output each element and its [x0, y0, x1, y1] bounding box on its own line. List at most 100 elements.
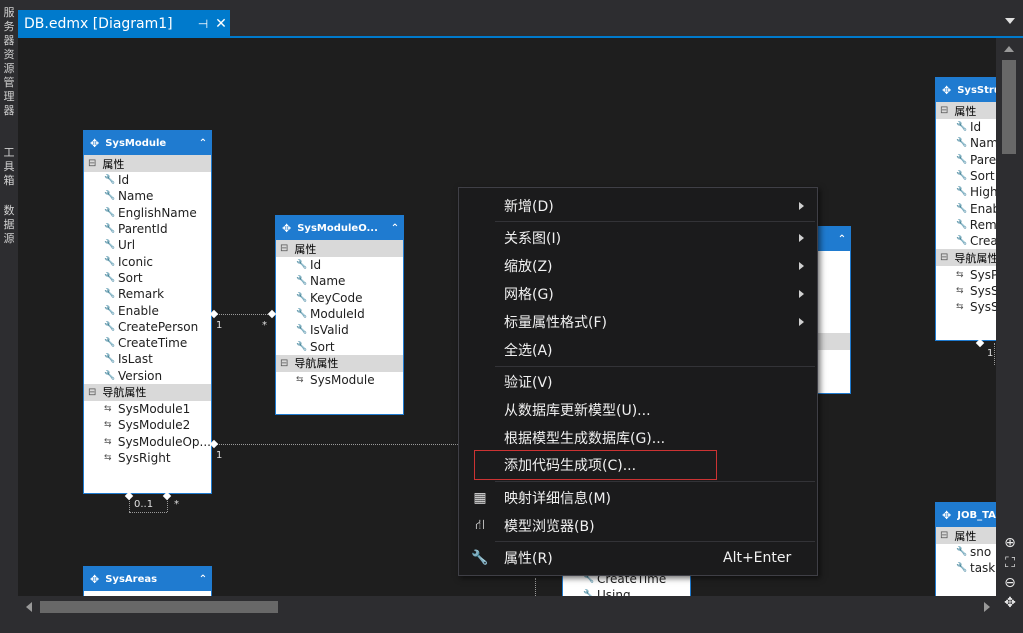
association-line[interactable]: [214, 314, 272, 315]
entity-property-row[interactable]: 🔧 High: [936, 184, 996, 200]
menu-item-add[interactable]: 新增(D): [459, 192, 817, 220]
entity-property-row[interactable]: 🔧 Iconic: [84, 253, 211, 269]
scroll-right-icon[interactable]: [984, 602, 990, 612]
section-label: 属性: [954, 529, 977, 543]
entity-property-row[interactable]: 🔧 Nam: [936, 135, 996, 151]
nav-section-header[interactable]: ⊟ 导航属性: [276, 354, 403, 372]
entity-property-row[interactable]: 🔧Enab: [936, 200, 996, 216]
menu-item-add-code-generation-item[interactable]: 添加代码生成项(C)...: [474, 450, 717, 480]
data-sources-tab[interactable]: 数据源: [0, 204, 18, 246]
entity-property-row[interactable]: 🔧 Version: [84, 368, 211, 384]
zoom-in-icon[interactable]: ⊕: [1000, 534, 1020, 552]
entity-property-row[interactable]: ⇆ SysModule2: [84, 417, 211, 433]
entity-property-row[interactable]: 🔧 Id: [936, 119, 996, 135]
scroll-left-icon[interactable]: [26, 602, 32, 612]
entity-property-row[interactable]: 🔧 Id: [276, 257, 403, 273]
entity-header[interactable]: ✥ SysModule ⌃: [84, 131, 211, 155]
entity-header[interactable]: ✥ SysModuleO... ⌃: [276, 216, 403, 240]
entity-header[interactable]: ✥ JOB_TA: [936, 503, 996, 527]
vertical-scrollbar[interactable]: [996, 38, 1023, 596]
navigation-property-icon: ⇆: [296, 374, 304, 385]
nav-section-header[interactable]: ⊟ 导航属性: [84, 383, 211, 401]
entity-property-row[interactable]: 🔧 Name: [84, 188, 211, 204]
close-icon[interactable]: ✕: [212, 16, 230, 32]
pin-icon[interactable]: ⊣: [194, 17, 212, 31]
properties-section-header[interactable]: ⊟ 属性: [936, 527, 996, 544]
menu-item-properties[interactable]: 🔧 属性(R) Alt+Enter: [459, 544, 817, 572]
entity-sysareas[interactable]: ✥ SysAreas ⌃: [83, 566, 212, 596]
menu-item-scalar-property-format[interactable]: 标量属性格式(F): [459, 308, 817, 336]
entity-property-row[interactable]: 🔧 EnglishName: [84, 205, 211, 221]
collapse-icon[interactable]: ⌃: [195, 138, 211, 149]
entity-property-row[interactable]: 🔧 KeyCode: [276, 290, 403, 306]
entity-job-task[interactable]: ✥ JOB_TA ⊟ 属性 🔧 sno 🔧 task: [935, 502, 996, 596]
menu-item-update-model-from-database[interactable]: 从数据库更新模型(U)...: [459, 396, 817, 424]
menu-item-grid[interactable]: 网格(G): [459, 280, 817, 308]
multiplicity-label: 0..1: [134, 499, 154, 510]
entity-property-row[interactable]: 🔧 IsValid: [276, 322, 403, 338]
submenu-arrow-icon: [799, 290, 804, 298]
document-tab[interactable]: DB.edmx [Diagram1] ⊣ ✕: [18, 10, 230, 38]
entity-sysstruct[interactable]: ✥ SysStru ⊟属性 🔧Id🔧Nam🔧Pare🔧Sort🔧High🔧Ena…: [935, 77, 996, 341]
properties-section-header[interactable]: ⊟ 属性: [276, 240, 403, 257]
horizontal-scrollbar[interactable]: [18, 596, 996, 618]
entity-property-row[interactable]: 🔧 Crea: [936, 233, 996, 249]
entity-property-row[interactable]: 🔧 Enable: [84, 302, 211, 318]
entity-header[interactable]: ✥ SysStru: [936, 78, 996, 102]
vertical-scroll-thumb[interactable]: [1002, 60, 1016, 154]
entity-property-row[interactable]: 🔧 Sort: [84, 270, 211, 286]
entity-property-row[interactable]: 🔧 ModuleId: [276, 306, 403, 322]
entity-property-row[interactable]: ⇆ SysRight: [84, 450, 211, 466]
menu-item-validate[interactable]: 验证(V): [459, 368, 817, 396]
association-line[interactable]: [994, 343, 995, 365]
tab-dropdown-icon[interactable]: [1005, 18, 1015, 24]
menu-item-mapping-details[interactable]: ▦ 映射详细信息(M): [459, 484, 817, 512]
entity-sysmodule[interactable]: ✥ SysModule ⌃ ⊟ 属性 🔧 Id 🔧 Name 🔧 EnglishName 🔧 P…: [83, 130, 212, 494]
horizontal-scroll-thumb[interactable]: [40, 601, 278, 613]
entity-header[interactable]: ✥ SysAreas ⌃: [84, 567, 211, 591]
menu-item-generate-database-from-model[interactable]: 根据模型生成数据库(G)...: [459, 424, 817, 452]
pan-icon[interactable]: ✥: [1000, 594, 1020, 612]
entity-property-row[interactable]: ⇆ SysModule1: [84, 401, 211, 417]
association-line[interactable]: [214, 444, 458, 445]
entity-property-row[interactable]: 🔧 sno: [936, 544, 996, 560]
entity-property-row[interactable]: ⇆ SysS: [936, 299, 996, 315]
entity-property-row[interactable]: ⇆ SysS: [936, 283, 996, 299]
menu-item-diagram[interactable]: 关系图(I): [459, 224, 817, 252]
entity-property-row[interactable]: 🔧 ParentId: [84, 221, 211, 237]
toolbox-tab[interactable]: 工具箱: [0, 146, 18, 188]
entity-property-row[interactable]: ⇆ SysModule: [276, 372, 403, 388]
association-line[interactable]: [535, 578, 536, 596]
entity-property-row[interactable]: 🔧 CreateTime: [84, 335, 211, 351]
entity-property-row[interactable]: 🔧 Sort: [276, 338, 403, 354]
entity-property-row[interactable]: 🔧 Id: [84, 172, 211, 188]
menu-item-model-browser[interactable]: ⛙ 模型浏览器(B): [459, 512, 817, 540]
entity-property-row[interactable]: 🔧 Using: [563, 587, 690, 596]
entity-property-row[interactable]: 🔧 Remark: [84, 286, 211, 302]
scroll-up-icon[interactable]: [1004, 46, 1014, 52]
zoom-out-icon[interactable]: ⊖: [1000, 574, 1020, 592]
properties-section-header[interactable]: ⊟ 属性: [936, 102, 996, 119]
entity-property-row[interactable]: 🔧 Sort: [936, 168, 996, 184]
entity-property-row[interactable]: ⇆ SysModuleOp...: [84, 433, 211, 449]
entity-property-row[interactable]: 🔧Rema: [936, 217, 996, 233]
menu-item-zoom[interactable]: 缩放(Z): [459, 252, 817, 280]
entity-sysmoduleoperate[interactable]: ✥ SysModuleO... ⌃ ⊟ 属性 🔧 Id 🔧 Name 🔧 KeyCode 🔧 M…: [275, 215, 404, 415]
collapse-icon[interactable]: ⌃: [834, 234, 850, 245]
entity-property-row[interactable]: 🔧 Name: [276, 273, 403, 289]
self-association-line[interactable]: [129, 512, 167, 513]
server-explorer-tab[interactable]: 服务器资源管理器: [0, 6, 18, 118]
entity-property-row[interactable]: ⇆ SysP: [936, 266, 996, 282]
navigation-property-icon: ⇆: [104, 404, 112, 414]
entity-property-row[interactable]: 🔧 Pare: [936, 152, 996, 168]
entity-property-row[interactable]: 🔧 IsLast: [84, 351, 211, 367]
entity-property-row[interactable]: 🔧 CreatePerson: [84, 319, 211, 335]
collapse-icon[interactable]: ⌃: [195, 574, 211, 585]
properties-section-header[interactable]: ⊟ 属性: [84, 155, 211, 172]
collapse-icon[interactable]: ⌃: [387, 223, 403, 234]
nav-section-header[interactable]: ⊟ 导航属性: [936, 249, 996, 267]
zoom-to-fit-icon[interactable]: ⛶: [1000, 554, 1020, 572]
entity-property-row[interactable]: 🔧 Url: [84, 237, 211, 253]
menu-item-select-all[interactable]: 全选(A): [459, 336, 817, 364]
entity-property-row[interactable]: 🔧 task: [936, 560, 996, 576]
